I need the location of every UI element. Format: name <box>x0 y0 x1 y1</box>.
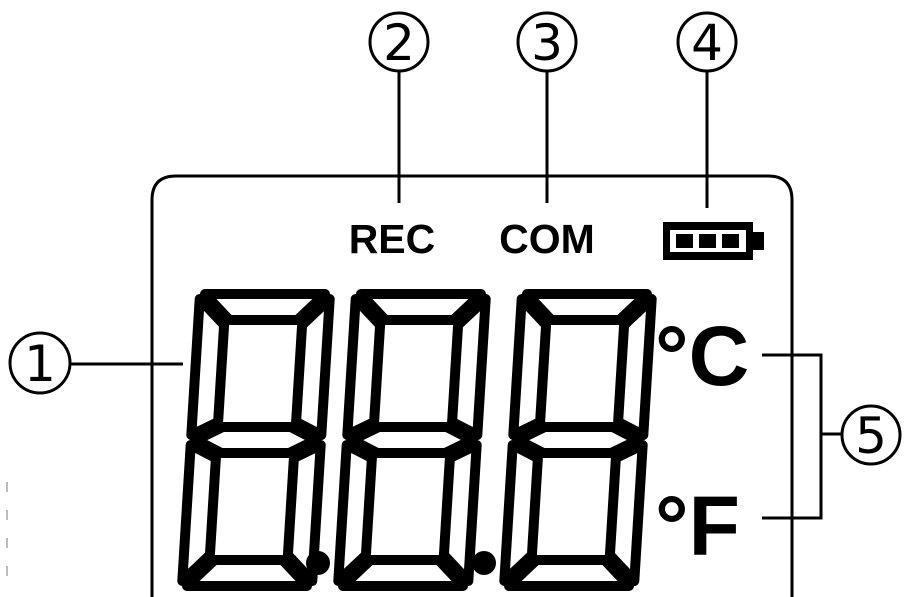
digit-2-segment-f <box>342 294 386 440</box>
digit-3-segment-b <box>613 294 657 440</box>
callout-4: 4 <box>676 11 738 73</box>
digit-1-segment-b <box>291 294 335 440</box>
digit-1-segment-d <box>182 555 312 591</box>
decimal-point-2 <box>472 551 496 575</box>
margin-marks <box>6 482 8 576</box>
callout-number: 5 <box>855 407 887 465</box>
digit-3-segment-f <box>508 294 552 440</box>
digit-1-segment-f <box>186 294 230 440</box>
digit-2-segment-b <box>447 294 491 440</box>
callout-number: 4 <box>691 14 723 72</box>
digit-2-segment-g <box>347 422 477 458</box>
digit-3-segment-c <box>604 440 648 586</box>
callout-number: 1 <box>24 335 56 393</box>
decimal-point-1 <box>306 551 330 575</box>
digit-2-segment-c <box>438 440 482 586</box>
digit-2-segment-d <box>338 555 468 591</box>
callout-3: 3 <box>516 11 578 73</box>
callout-number: 3 <box>531 14 563 72</box>
battery-full-icon <box>663 222 764 260</box>
digit-3-segment-g <box>513 422 643 458</box>
celsius-unit: °C <box>655 309 749 403</box>
com-indicator: COM <box>499 216 595 262</box>
seven-segment-display <box>177 289 657 591</box>
leader-bracket-5 <box>762 353 842 520</box>
digit-1-segment-g <box>191 422 321 458</box>
fahrenheit-unit: °F <box>655 479 740 573</box>
lcd-display-diagram: 1 2 3 4 5 REC COM °C °F <box>6 11 902 597</box>
callout-1: 1 <box>8 331 72 395</box>
callout-number: 2 <box>383 14 415 72</box>
digit-3-segment-d <box>504 555 634 591</box>
rec-indicator: REC <box>349 216 436 262</box>
callout-2: 2 <box>368 11 430 73</box>
callout-5: 5 <box>840 404 902 466</box>
